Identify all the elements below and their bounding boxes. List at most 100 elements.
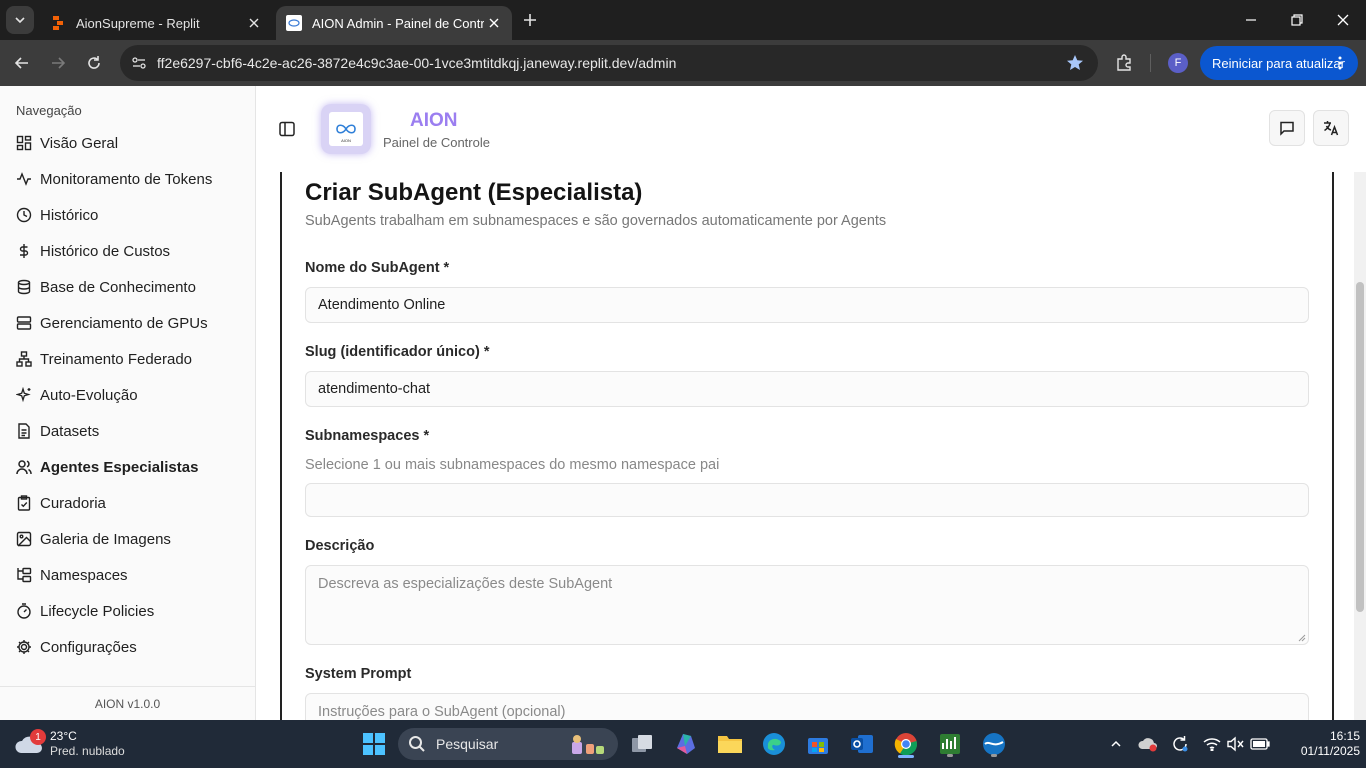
browser-tab-replit[interactable]: AionSupreme - Replit [40, 6, 272, 40]
sidebar-item-label: Configurações [40, 638, 137, 656]
sidebar-item-auto-evolucao[interactable]: Auto-Evolução [16, 381, 246, 409]
wifi-tray-button[interactable] [1202, 734, 1222, 754]
system-prompt-textarea[interactable]: Instruções para o SubAgent (opcional) [305, 693, 1309, 720]
sidebar-item-gerenciamento-gpus[interactable]: Gerenciamento de GPUs [16, 309, 246, 337]
edge-browser-button[interactable] [758, 728, 790, 760]
sidebar-item-curadoria[interactable]: Curadoria [16, 489, 246, 517]
translate-icon [1324, 121, 1339, 136]
brand-subtitle: Painel de Controle [383, 135, 490, 150]
puzzle-icon [1117, 54, 1131, 71]
taskmgr-app-button[interactable] [934, 728, 966, 760]
scrollbar-thumb[interactable] [1356, 282, 1364, 612]
sidebar-item-historico[interactable]: Histórico [16, 201, 246, 229]
sidebar-item-galeria-imagens[interactable]: Galeria de Imagens [16, 525, 246, 553]
sidebar-item-label: Curadoria [40, 494, 106, 512]
slug-value: atendimento-chat [318, 381, 431, 397]
tab-search-button[interactable] [6, 6, 34, 34]
aion-favicon-icon [286, 15, 302, 31]
site-settings-icon[interactable] [130, 54, 148, 72]
sidebar-item-label: Datasets [40, 422, 100, 440]
volume-tray-button[interactable] [1226, 734, 1246, 754]
sidebar-item-treinamento-federado[interactable]: Treinamento Federado [16, 345, 246, 373]
extensions-button[interactable] [1112, 51, 1136, 75]
weather-badge: 1 [30, 729, 46, 745]
store-icon [808, 738, 828, 754]
new-tab-button[interactable] [518, 8, 542, 32]
more-vert-icon[interactable] [1332, 55, 1348, 71]
sidebar-item-label: Visão Geral [40, 134, 119, 152]
sidebar-item-lifecycle-policies[interactable]: Lifecycle Policies [16, 597, 246, 625]
sync-tray-button[interactable] [1170, 734, 1190, 754]
m365-icon [677, 734, 695, 754]
infinity-logo-icon [336, 124, 356, 134]
restore-icon [1291, 14, 1303, 26]
weather-widget[interactable]: 1 23°C Pred. nublado [14, 726, 164, 762]
slug-input[interactable]: atendimento-chat [305, 371, 1309, 407]
start-button[interactable] [358, 728, 390, 760]
clipboard-check-icon [16, 495, 32, 511]
sidebar-item-historico-custos[interactable]: Histórico de Custos [16, 237, 246, 265]
running-app-indicator [991, 754, 997, 757]
sidebar-item-base-conhecimento[interactable]: Base de Conhecimento [16, 273, 246, 301]
battery-tray-button[interactable] [1250, 734, 1270, 754]
sidebar-item-label: Auto-Evolução [40, 386, 138, 404]
app-header: AION AION Painel de Controle [256, 86, 1366, 172]
description-label: Descrição [305, 538, 375, 554]
m365-app-button[interactable] [670, 728, 702, 760]
sidebar-item-agentes-especialistas[interactable]: Agentes Especialistas [16, 453, 246, 481]
plus-icon [524, 14, 536, 26]
sidebar-item-label: Namespaces [40, 566, 128, 584]
logo-image: AION [329, 112, 363, 146]
message-square-icon [1280, 121, 1294, 136]
subnamespaces-select[interactable] [305, 483, 1309, 517]
file-explorer-button[interactable] [714, 728, 746, 760]
chrome-button[interactable] [890, 728, 922, 760]
resize-grip-icon[interactable] [1298, 634, 1306, 642]
vpn-app-button[interactable] [978, 728, 1010, 760]
sidebar-item-configuracoes[interactable]: Configurações [16, 633, 246, 661]
system-clock[interactable]: 16:15 01/11/2025 [1300, 729, 1360, 759]
forward-button[interactable] [45, 50, 71, 76]
restore-window-button[interactable] [1274, 0, 1320, 40]
clock-date: 01/11/2025 [1300, 744, 1360, 758]
taskbar-search[interactable]: Pesquisar [398, 728, 618, 760]
close-tab-icon[interactable] [244, 13, 264, 33]
network-icon [16, 351, 32, 367]
edge-icon [763, 733, 785, 755]
language-button[interactable] [1313, 110, 1349, 146]
profile-avatar[interactable]: F [1168, 53, 1188, 73]
replit-favicon-icon [53, 16, 63, 30]
sidebar-toggle-icon[interactable] [278, 120, 296, 138]
page-scrollbar[interactable] [1354, 172, 1366, 720]
tab-title: AION Admin - Painel de Controle [312, 15, 484, 31]
sidebar-group-label: Navegação [16, 103, 82, 118]
browser-tab-aion-admin[interactable]: AION Admin - Painel de Controle [276, 6, 512, 40]
microsoft-store-button[interactable] [802, 728, 834, 760]
address-bar[interactable]: ff2e6297-cbf6-4c2e-ac26-3872e4c9c3ae-00-… [120, 45, 1098, 81]
sidebar-item-monitoramento-tokens[interactable]: Monitoramento de Tokens [16, 165, 246, 193]
sidebar-item-visao-geral[interactable]: Visão Geral [16, 129, 246, 157]
minimize-window-button[interactable] [1228, 0, 1274, 40]
url-text: ff2e6297-cbf6-4c2e-ac26-3872e4c9c3ae-00-… [157, 55, 677, 71]
show-hidden-icons-button[interactable] [1106, 734, 1126, 754]
onedrive-tray-button[interactable] [1138, 734, 1158, 754]
sidebar-item-namespaces[interactable]: Namespaces [16, 561, 246, 589]
bookmark-star-icon[interactable] [1066, 54, 1084, 72]
reload-button[interactable] [81, 50, 107, 76]
update-browser-button[interactable]: Reiniciar para atualizar [1200, 46, 1358, 80]
outlook-button[interactable] [846, 728, 878, 760]
sidebar-item-datasets[interactable]: Datasets [16, 417, 246, 445]
arrow-right-icon [52, 57, 66, 69]
close-tab-icon[interactable] [484, 13, 504, 33]
description-textarea[interactable]: Descreva as especializações deste SubAge… [305, 565, 1309, 645]
chrome-icon [894, 733, 918, 756]
subnamespaces-hint: Selecione 1 ou mais subnamespaces do mes… [305, 457, 720, 473]
back-button[interactable] [9, 50, 35, 76]
task-view-button[interactable] [626, 728, 658, 760]
search-label: Pesquisar [436, 736, 499, 752]
chat-button[interactable] [1269, 110, 1305, 146]
close-window-button[interactable] [1320, 0, 1366, 40]
sidebar-item-label: Galeria de Imagens [40, 530, 171, 548]
subagent-name-input[interactable]: Atendimento Online [305, 287, 1309, 323]
windows-logo-icon [363, 733, 385, 755]
